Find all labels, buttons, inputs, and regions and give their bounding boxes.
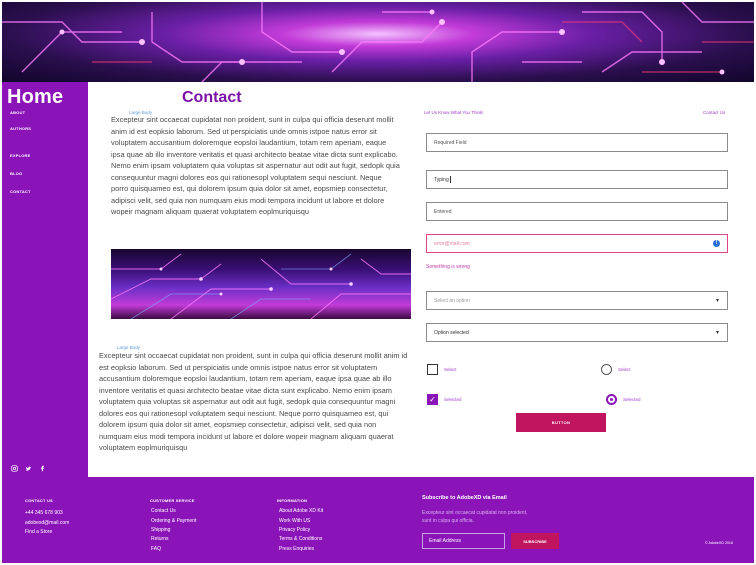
subscribe-email-input[interactable]: Email Address [422,533,505,549]
checkbox-label: Select [444,367,457,372]
sidebar-item-authors[interactable]: AUTHORS [10,126,31,131]
typing-field-text: Typing [434,176,449,183]
radio-selected[interactable]: Selected [606,394,641,405]
page-title: Contact [182,89,242,106]
footer: CONTACT US +44 345 678 903 adobexd@mail.… [2,477,754,563]
select-selected-dropdown[interactable]: Option selected ▾ [426,323,728,342]
radio-unselected[interactable]: Select [601,364,631,375]
select-placeholder-text: Select an option [434,297,470,304]
footer-link-shipping[interactable]: Shipping [151,527,170,533]
form-intro-text: Let Us Know What You Think! [424,110,484,115]
social-links [11,459,46,472]
sidebar: Home ABOUT AUTHORS EXPLORE BLOG CONTACT [2,82,88,477]
subscribe-text: Excepteur sint occaecat cupidatat non pr… [422,510,528,524]
submit-button[interactable]: BUTTON [516,413,606,432]
circuit-board-image [111,249,411,319]
sidebar-item-contact[interactable]: CONTACT [10,189,31,194]
info-icon: ! [713,240,720,247]
footer-link-faq[interactable]: FAQ [151,546,161,552]
facebook-icon[interactable] [39,459,46,472]
footer-link-press[interactable]: Press Enquiries [279,546,314,552]
instagram-icon[interactable] [11,459,18,472]
footer-email[interactable]: adobexd@mail.com [25,520,69,526]
footer-information-title: INFORMATION [277,498,308,503]
radio-circle[interactable] [601,364,612,375]
twitter-icon[interactable] [25,459,32,471]
sidebar-item-explore[interactable]: EXPLORE [10,153,31,158]
footer-link-terms[interactable]: Terms & Conditions [279,536,322,542]
body-paragraph-1: Excepteur sint occaecat cupidatat non pr… [111,115,400,216]
entered-field-input[interactable]: Entered [426,202,728,221]
error-email-input[interactable]: error@mail.com ! [426,234,728,253]
checkbox-selected[interactable]: ✓ Selected [427,394,462,405]
chevron-down-icon: ▾ [715,330,719,336]
checkmark-icon[interactable]: ✓ [427,394,438,405]
footer-phone: +44 345 678 903 [25,510,63,516]
footer-link-contact-us[interactable]: Contact Us [151,508,176,514]
contact-us-link[interactable]: Contact Us [703,110,725,115]
footer-link-work-with-us[interactable]: Work With US [279,518,310,524]
radio-circle-selected[interactable] [606,394,617,405]
select-selected-text: Option selected [434,329,469,336]
body-paragraph-2: Excepteur sint occaecat cupidatat non pr… [99,351,408,452]
sidebar-home-title[interactable]: Home [7,86,63,109]
footer-link-returns[interactable]: Returns [151,536,169,542]
error-message: Something is wrong [426,264,470,270]
entered-field-text: Entered [434,208,452,215]
select-placeholder-dropdown[interactable]: Select an option ▾ [426,291,728,310]
required-field-text: Required Field [434,139,467,146]
subscribe-email-placeholder: Email Address [429,538,461,544]
error-field-value: error@mail.com [434,240,470,247]
required-field-input[interactable]: Required Field [426,133,728,152]
footer-link-privacy[interactable]: Privacy Policy [279,527,310,533]
radio-selected-label: Selected [623,397,641,402]
sidebar-item-blog[interactable]: BLOG [10,171,22,176]
footer-link-ordering[interactable]: Ordering & Payment [151,518,196,524]
checkbox-selected-label: Selected [444,397,462,402]
copyright-text: © AdobeXD 2018 [705,541,733,545]
footer-find-store-link[interactable]: Find a Store [25,529,52,535]
radio-label: Select [618,367,631,372]
footer-contact-title: CONTACT US [25,498,53,503]
checkbox-unselected[interactable]: Select [427,364,457,375]
checkbox-box[interactable] [427,364,438,375]
chevron-down-icon: ▾ [715,298,719,304]
text-cursor [449,176,451,183]
sidebar-item-about[interactable]: ABOUT [10,110,25,115]
hero-banner-image [2,2,754,82]
footer-customer-service-title: CUSTOMER SERVICE [150,498,195,503]
footer-link-about[interactable]: About Adobe XD Kit [279,508,323,514]
typing-field-input[interactable]: Typing [426,170,728,189]
subscribe-title: Subscribe to AdobeXD via Email [422,495,507,501]
subscribe-button[interactable]: SUBSCRIBE [511,533,559,549]
